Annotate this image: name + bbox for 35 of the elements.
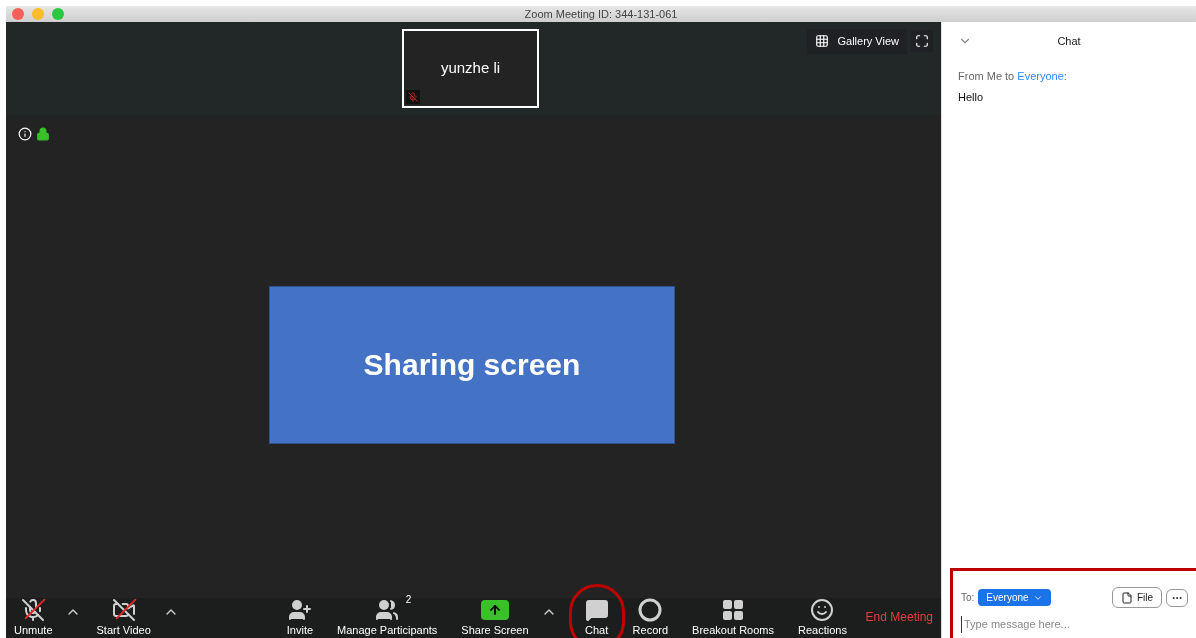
fullscreen-button[interactable] [911, 30, 933, 53]
grid-icon [815, 34, 830, 49]
more-button[interactable] [1166, 588, 1188, 607]
participant-name: yunzhe li [440, 58, 501, 79]
add-person-icon [287, 598, 312, 623]
smiley-icon [810, 598, 835, 623]
participant-count: 2 [405, 594, 412, 607]
fullscreen-icon [915, 34, 929, 49]
message-input[interactable]: Type message here... [961, 616, 1188, 633]
gallery-view-button[interactable]: Gallery View [807, 29, 907, 54]
to-label: To: [961, 591, 975, 605]
toolbar-button[interactable]: Unmute [10, 592, 57, 638]
info-icon[interactable] [18, 127, 32, 141]
toolbar-button[interactable]: Breakout Rooms [688, 592, 778, 638]
file-button[interactable]: File [1111, 587, 1162, 608]
toolbar-button[interactable]: Invite [282, 592, 318, 638]
end-meeting-button[interactable]: End Meeting [865, 608, 933, 626]
speech-bubble-icon [584, 598, 609, 623]
toolbar-button[interactable]: Chat [580, 592, 613, 638]
people-icon [375, 598, 400, 623]
toolbar-button[interactable]: Reactions [794, 592, 851, 638]
shared-screen-text: Sharing screen [363, 347, 581, 383]
lock-icon[interactable] [36, 127, 50, 141]
window-title: Zoom Meeting ID: 344-131-061 [524, 6, 678, 22]
record-icon [638, 598, 663, 623]
message-text: Hello [958, 89, 985, 105]
toolbar-button[interactable]: Share Screen [457, 592, 533, 638]
toolbar-button[interactable]: Record [628, 592, 673, 638]
recipient-dropdown[interactable]: Everyone [978, 589, 1051, 606]
arrow-up-icon [487, 603, 502, 618]
file-icon [1120, 591, 1133, 604]
message-header: From Me to Everyone: [958, 69, 1068, 84]
chat-title: Chat [1057, 33, 1081, 49]
toolbar-button[interactable]: 2 Manage Participants [333, 592, 442, 638]
four-squares-icon [721, 598, 746, 623]
